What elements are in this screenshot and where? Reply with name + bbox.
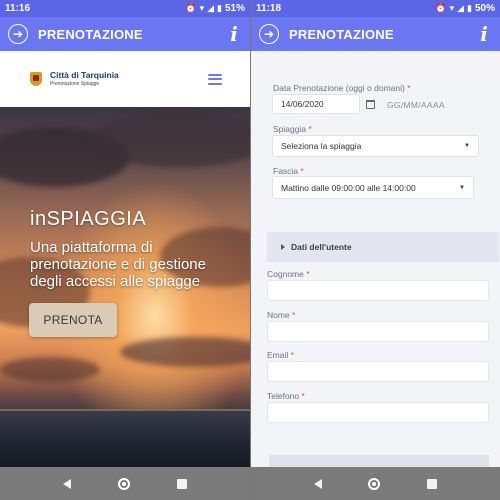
status-icons: ⏰ ▾ ◢ ▮ 51%	[185, 3, 245, 14]
sea-horizon	[0, 409, 250, 467]
left-phone-screen: 11:16 ⏰ ▾ ◢ ▮ 51% ➔ PRENOTAZIONE i Città…	[0, 0, 250, 500]
wifi-icon: ▾	[449, 3, 455, 13]
battery-percent: 51%	[224, 3, 245, 14]
calendar-icon[interactable]	[366, 100, 375, 109]
site-subtitle: Prenotazione Spiagge	[50, 80, 100, 87]
site-name: Città di Tarquinia	[50, 70, 119, 81]
beach-select[interactable]: Seleziona la spiaggia ▼	[272, 135, 479, 157]
beach-select-value: Seleziona la spiaggia	[281, 141, 362, 151]
app-bar-title: PRENOTAZIONE	[38, 26, 143, 42]
arrow-right-circle-icon[interactable]: ➔	[8, 24, 28, 44]
chevron-down-icon: ▼	[464, 143, 470, 149]
caret-right-icon	[281, 244, 285, 250]
site-logo[interactable]: Città di Tarquinia Prenotazione Spiagge	[50, 71, 119, 87]
app-bar-title: PRENOTAZIONE	[289, 26, 394, 42]
user-data-section-header[interactable]: Dati dell'utente	[267, 232, 499, 262]
hero-banner: inSPIAGGIA Una piattaforma di prenotazio…	[0, 107, 250, 467]
battery-icon: ▮	[217, 3, 222, 13]
app-bar: ➔ PRENOTAZIONE i	[0, 17, 250, 51]
system-nav-bar	[0, 467, 250, 500]
alarm-icon: ⏰	[435, 3, 447, 13]
back-icon[interactable]	[63, 478, 72, 489]
beach-label: Spiaggia *	[273, 124, 312, 134]
wifi-icon: ▾	[199, 3, 205, 13]
status-bar: 11:16 ⏰ ▾ ◢ ▮ 51%	[0, 0, 250, 17]
date-format-hint: GG/MM/AAAA	[387, 100, 445, 110]
recent-apps-icon[interactable]	[426, 478, 437, 489]
info-icon[interactable]: i	[476, 22, 492, 46]
status-icons: ⏰ ▾ ◢ ▮ 50%	[435, 3, 495, 14]
right-phone-screen: 11:18 ⏰ ▾ ◢ ▮ 50% ➔ PRENOTAZIONE i Data …	[250, 0, 500, 500]
home-icon[interactable]	[368, 477, 381, 490]
date-input[interactable]: 14/06/2020	[272, 94, 360, 114]
email-input[interactable]	[267, 361, 489, 382]
arrow-right-circle-icon[interactable]: ➔	[259, 24, 279, 44]
book-button[interactable]: PRENOTA	[29, 303, 117, 337]
battery-icon: ▮	[467, 3, 472, 13]
signal-icon: ◢	[457, 3, 465, 13]
back-icon[interactable]	[314, 478, 323, 489]
name-input[interactable]	[267, 321, 489, 342]
hero-title: inSPIAGGIA	[30, 208, 147, 230]
section-title: Dati dell'utente	[291, 242, 352, 252]
info-icon[interactable]: i	[226, 22, 242, 46]
slot-select[interactable]: Mattino dalle 09:00:00 alle 14:00:00 ▼	[272, 176, 474, 199]
slot-label: Fascia *	[273, 166, 304, 176]
email-label: Email *	[267, 350, 294, 360]
status-time: 11:18	[256, 3, 282, 14]
name-label: Nome *	[267, 310, 296, 320]
hero-subtitle: Una piattaforma di prenotazione e di ges…	[30, 239, 206, 290]
home-icon[interactable]	[117, 477, 130, 490]
phone-input[interactable]	[267, 402, 489, 423]
system-nav-bar	[251, 467, 500, 500]
status-bar: 11:18 ⏰ ▾ ◢ ▮ 50%	[251, 0, 500, 17]
hamburger-menu-icon[interactable]	[208, 73, 222, 85]
recent-apps-icon[interactable]	[176, 478, 187, 489]
battery-percent: 50%	[474, 3, 495, 14]
alarm-icon: ⏰	[185, 3, 197, 13]
surname-label: Cognome *	[267, 269, 310, 279]
app-bar: ➔ PRENOTAZIONE i	[251, 17, 500, 51]
phone-label: Telefono *	[267, 391, 305, 401]
chevron-down-icon: ▼	[459, 184, 465, 191]
status-time: 11:16	[5, 3, 31, 14]
city-crest-icon	[30, 72, 42, 86]
date-label: Data Prenotazione (oggi o domani) *	[273, 83, 411, 93]
surname-input[interactable]	[267, 280, 489, 301]
site-header: Città di Tarquinia Prenotazione Spiagge	[0, 51, 250, 107]
slot-select-value: Mattino dalle 09:00:00 alle 14:00:00	[281, 182, 416, 193]
signal-icon: ◢	[207, 3, 215, 13]
